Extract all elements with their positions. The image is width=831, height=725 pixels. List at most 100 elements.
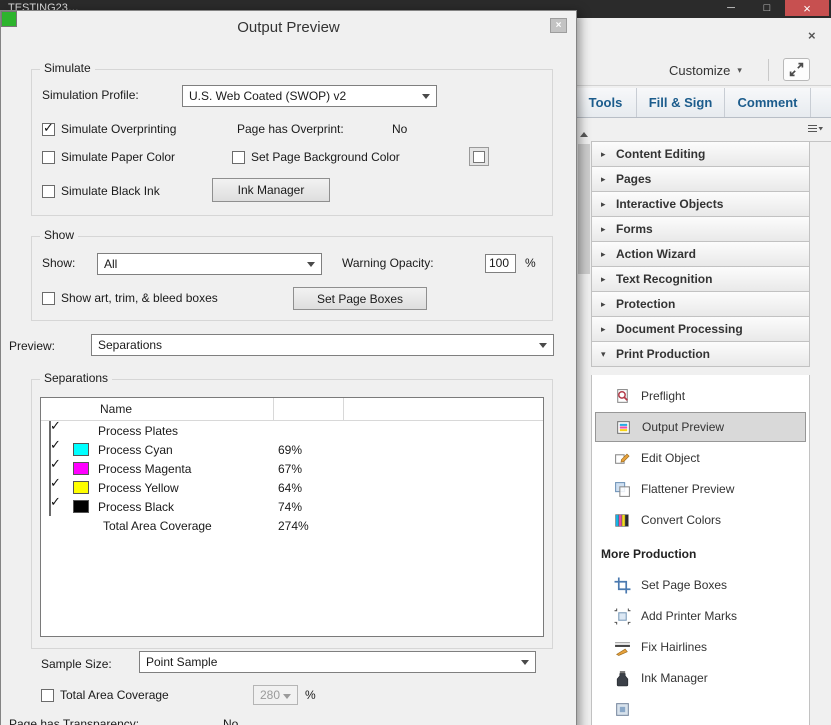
- simulate-black-ink-label: Simulate Black Ink: [61, 184, 160, 198]
- tool-item-set-page-boxes[interactable]: Set Page Boxes: [595, 570, 806, 600]
- simulate-paper-color-checkbox[interactable]: [42, 151, 55, 164]
- show-legend: Show: [40, 228, 79, 242]
- tac-color-swatch: [1, 11, 17, 27]
- page-background-color-swatch[interactable]: [469, 147, 489, 166]
- column-divider: [343, 398, 344, 420]
- color-well: [473, 150, 485, 163]
- page-has-overprint-value: No: [392, 122, 408, 136]
- chevron-right-icon: ▸: [601, 323, 606, 334]
- maximize-button[interactable]: □: [749, 0, 785, 16]
- separation-checkbox[interactable]: ✓: [49, 494, 61, 516]
- tool-item-convert-colors[interactable]: Convert Colors: [595, 505, 806, 535]
- preflight-icon: [617, 388, 628, 403]
- scrollbar-thumb[interactable]: [578, 144, 590, 274]
- tab-comment[interactable]: Comment: [725, 88, 811, 117]
- convert-colors-icon: [615, 513, 629, 527]
- tab-tools[interactable]: Tools: [575, 88, 637, 117]
- separation-row-process-plates: ✓ Process Plates: [49, 417, 179, 440]
- set-page-boxes-button[interactable]: Set Page Boxes: [293, 287, 427, 310]
- sample-size-select[interactable]: Point Sample: [139, 651, 536, 673]
- sample-size-label: Sample Size:: [41, 657, 112, 671]
- chevron-right-icon: ▸: [601, 198, 606, 209]
- scroll-up-arrow-icon[interactable]: [580, 132, 588, 137]
- category-interactive-objects[interactable]: ▸ Interactive Objects: [591, 191, 810, 217]
- category-protection[interactable]: ▸ Protection: [591, 291, 810, 317]
- checkmark-icon: ✓: [50, 455, 61, 471]
- chevron-right-icon: ▸: [601, 298, 606, 309]
- column-divider: [273, 398, 274, 420]
- vertical-scrollbar[interactable]: [576, 127, 591, 725]
- tool-item-preflight[interactable]: Preflight: [595, 381, 806, 411]
- chevron-right-icon: ▸: [601, 223, 606, 234]
- minimize-button[interactable]: ─: [713, 0, 749, 16]
- separations-group: Separations Name ✓ Process Plates ✓ Proc…: [31, 371, 553, 649]
- checkmark-icon: ✓: [50, 493, 61, 509]
- tab-fill-sign[interactable]: Fill & Sign: [637, 88, 725, 117]
- category-content-editing[interactable]: ▸ Content Editing: [591, 141, 810, 167]
- show-group: Show Show: All Warning Opacity: 100 % Sh…: [31, 228, 553, 321]
- magenta-swatch: [73, 462, 89, 475]
- more-production-header: More Production: [601, 547, 697, 561]
- panel-menu-icon[interactable]: [807, 122, 823, 140]
- tool-item-ink-manager[interactable]: Ink Manager: [595, 663, 806, 693]
- chevron-right-icon: ▸: [601, 273, 606, 284]
- tool-item-output-preview[interactable]: Output Preview: [595, 412, 806, 442]
- simulation-profile-select[interactable]: U.S. Web Coated (SWOP) v2: [182, 85, 437, 107]
- warning-opacity-label: Warning Opacity:: [342, 256, 434, 270]
- separations-legend: Separations: [40, 371, 113, 385]
- chevron-down-icon: ▾: [737, 64, 742, 75]
- flattener-preview-icon: [615, 481, 630, 497]
- simulate-legend: Simulate: [40, 61, 95, 75]
- tool-item-flattener-preview[interactable]: Flattener Preview: [595, 474, 806, 504]
- fix-hairlines-icon: [615, 641, 630, 656]
- tool-item-clipped[interactable]: [595, 694, 806, 724]
- chevron-down-icon: ▾: [601, 348, 606, 359]
- show-boxes-checkbox[interactable]: [42, 292, 55, 305]
- show-label: Show:: [42, 256, 76, 270]
- pane-close-icon[interactable]: ×: [808, 28, 816, 43]
- ink-manager-button[interactable]: Ink Manager: [212, 178, 330, 202]
- toolbar-separator: [768, 59, 769, 81]
- category-document-processing[interactable]: ▸ Document Processing: [591, 316, 810, 342]
- show-select[interactable]: All: [97, 253, 322, 275]
- category-action-wizard[interactable]: ▸ Action Wizard: [591, 241, 810, 267]
- warning-opacity-input[interactable]: 100: [485, 254, 516, 273]
- tool-item-add-printer-marks[interactable]: Add Printer Marks: [595, 601, 806, 631]
- category-forms[interactable]: ▸ Forms: [591, 216, 810, 242]
- dialog-title: Output Preview: [237, 19, 340, 36]
- tool-item-fix-hairlines[interactable]: Fix Hairlines: [595, 632, 806, 662]
- tac-unit: %: [305, 688, 316, 702]
- simulate-group: Simulate Simulation Profile: U.S. Web Co…: [31, 61, 553, 216]
- preview-select[interactable]: Separations: [91, 334, 554, 356]
- total-area-coverage-label: Total Area Coverage: [60, 688, 169, 702]
- category-print-production[interactable]: ▾ Print Production: [591, 341, 810, 367]
- set-page-background-color-checkbox[interactable]: [232, 151, 245, 164]
- expand-pane-button[interactable]: [783, 58, 810, 81]
- diagonal-arrows-icon: [789, 62, 804, 77]
- close-window-button[interactable]: ×: [785, 0, 829, 16]
- tac-value-select[interactable]: 280: [253, 685, 298, 705]
- window-controls: ─ □ ×: [713, 0, 829, 16]
- chevron-right-icon: ▸: [601, 248, 606, 259]
- customize-button[interactable]: Customize ▾: [665, 58, 746, 82]
- customize-row: Customize ▾: [575, 55, 831, 86]
- simulate-overprinting-checkbox[interactable]: ✓: [42, 120, 55, 136]
- black-swatch: [73, 500, 89, 513]
- set-page-boxes-icon: [614, 577, 631, 593]
- simulate-paper-color-label: Simulate Paper Color: [61, 150, 176, 164]
- separation-row-process-magenta: ✓ Process Magenta 67%: [49, 455, 303, 478]
- category-pages[interactable]: ▸ Pages: [591, 166, 810, 192]
- simulate-black-ink-checkbox[interactable]: [42, 185, 55, 198]
- show-boxes-label: Show art, trim, & bleed boxes: [61, 291, 218, 305]
- customize-label: Customize: [669, 62, 731, 78]
- yellow-swatch: [73, 481, 89, 494]
- separations-table-header: Name: [41, 398, 543, 421]
- category-text-recognition[interactable]: ▸ Text Recognition: [591, 266, 810, 292]
- warning-opacity-unit: %: [525, 256, 536, 270]
- tool-item-edit-object[interactable]: Edit Object: [595, 443, 806, 473]
- total-area-coverage-checkbox[interactable]: [41, 689, 54, 702]
- checkmark-icon: ✓: [50, 417, 61, 433]
- checkmark-icon: ✓: [50, 436, 61, 452]
- application-window: TESTING23… ─ □ × × Customize ▾ Tools Fil…: [0, 0, 831, 725]
- dialog-close-button[interactable]: ×: [550, 18, 567, 33]
